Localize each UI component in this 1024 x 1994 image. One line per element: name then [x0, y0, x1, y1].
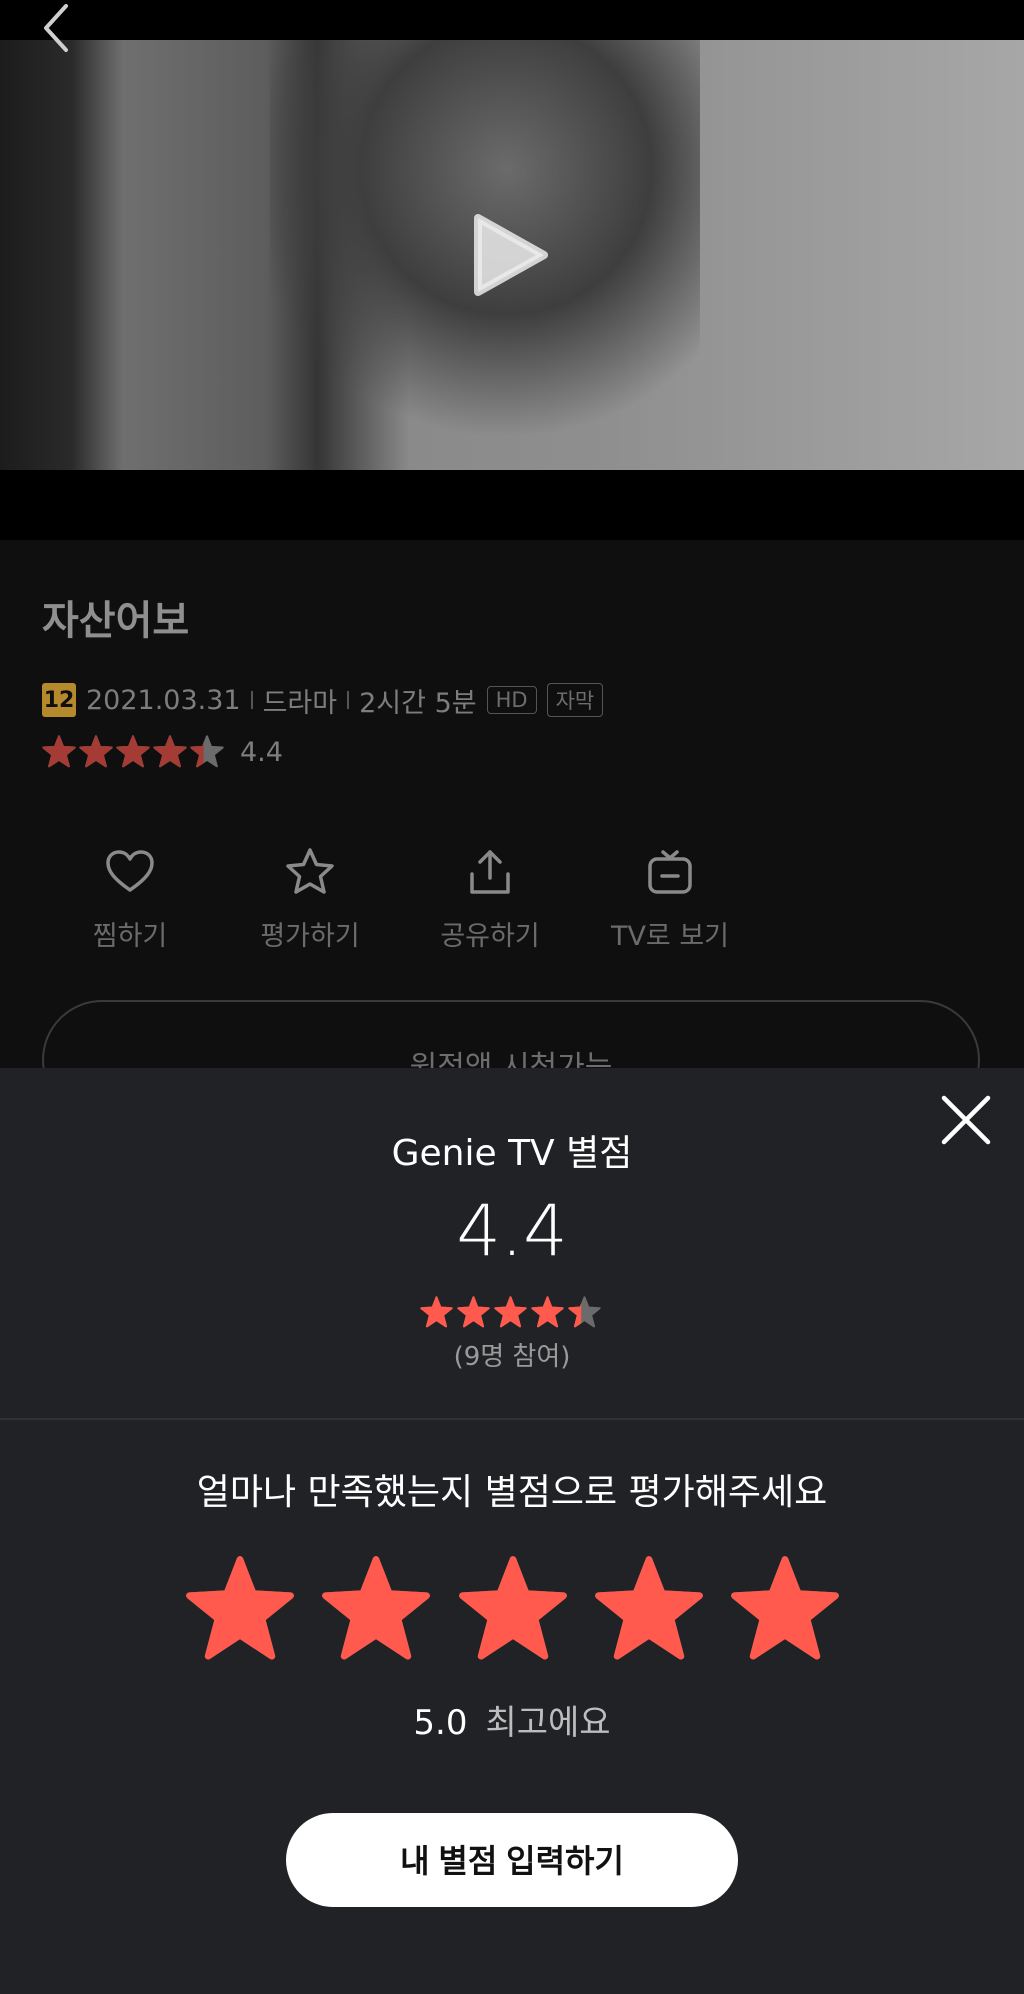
star-icon	[494, 1296, 527, 1328]
star-icon	[190, 735, 224, 768]
selected-score: 5.0 최고에요	[0, 1695, 1024, 1744]
video-player[interactable]	[0, 0, 1024, 540]
star-icon[interactable]	[321, 1555, 431, 1665]
play-button[interactable]	[470, 210, 550, 300]
subtitle-badge: 자막	[546, 683, 604, 717]
submit-rating-label: 내 별점 입력하기	[400, 1843, 624, 1879]
heart-icon	[106, 850, 154, 892]
star-icon[interactable]	[594, 1555, 704, 1665]
back-button[interactable]	[30, 0, 90, 60]
wishlist-label: 찜하기	[92, 921, 168, 952]
star-icon[interactable]	[730, 1555, 840, 1665]
star-icon	[420, 1296, 453, 1328]
hd-badge: HD	[486, 686, 537, 714]
star-icon	[116, 735, 150, 768]
wishlist-button[interactable]: 찜하기	[40, 846, 220, 956]
star-icon[interactable]	[458, 1555, 568, 1665]
star-icon	[568, 1296, 601, 1328]
star-rating-input[interactable]	[185, 1555, 840, 1665]
star-icon	[42, 735, 76, 768]
divider	[347, 691, 350, 709]
release-date: 2021.03.31	[86, 684, 241, 716]
star-icon[interactable]	[185, 1555, 295, 1665]
submit-rating-button[interactable]: 내 별점 입력하기	[286, 1813, 738, 1907]
participant-count: (9명 참여)	[453, 1342, 571, 1372]
watch-on-tv-label: TV로 보기	[610, 921, 730, 952]
rating-value: 4.4	[240, 736, 283, 768]
share-icon	[470, 850, 510, 894]
runtime: 2시간 5분	[359, 687, 477, 719]
rate-label: 평가하기	[260, 921, 360, 952]
average-rating: 4.4	[456, 1190, 568, 1272]
star-outline-icon	[286, 848, 334, 894]
movie-rating: 4.4	[42, 735, 283, 769]
star-icon	[457, 1296, 490, 1328]
rating-prompt: 얼마나 만족했는지 별점으로 평가해주세요	[196, 1472, 828, 1513]
movie-meta: 12 2021.03.31 드라마 2시간 5분 HD 자막	[42, 682, 604, 719]
age-rating-badge: 12	[42, 683, 76, 717]
action-bar: 찜하기 평가하기 공유하기 TV로 보기	[40, 846, 760, 956]
section-divider	[0, 1418, 1024, 1420]
share-button[interactable]: 공유하기	[400, 846, 580, 956]
genre: 드라마	[262, 687, 338, 719]
star-icon	[153, 735, 187, 768]
share-label: 공유하기	[440, 921, 540, 952]
sheet-title: Genie TV 별점	[391, 1133, 633, 1174]
selected-score-desc: 최고에요	[485, 1703, 611, 1743]
movie-title: 자산어보	[42, 598, 190, 644]
divider	[250, 691, 253, 709]
tv-icon	[648, 850, 692, 894]
star-icon	[531, 1296, 564, 1328]
watch-on-tv-button[interactable]: TV로 보기	[580, 846, 760, 956]
rating-stars	[42, 735, 224, 769]
average-rating-stars	[420, 1296, 604, 1330]
play-icon	[474, 214, 548, 296]
rate-button[interactable]: 평가하기	[220, 846, 400, 956]
selected-score-value: 5.0	[413, 1703, 468, 1743]
chevron-left-icon	[44, 4, 68, 52]
star-icon	[79, 735, 113, 768]
